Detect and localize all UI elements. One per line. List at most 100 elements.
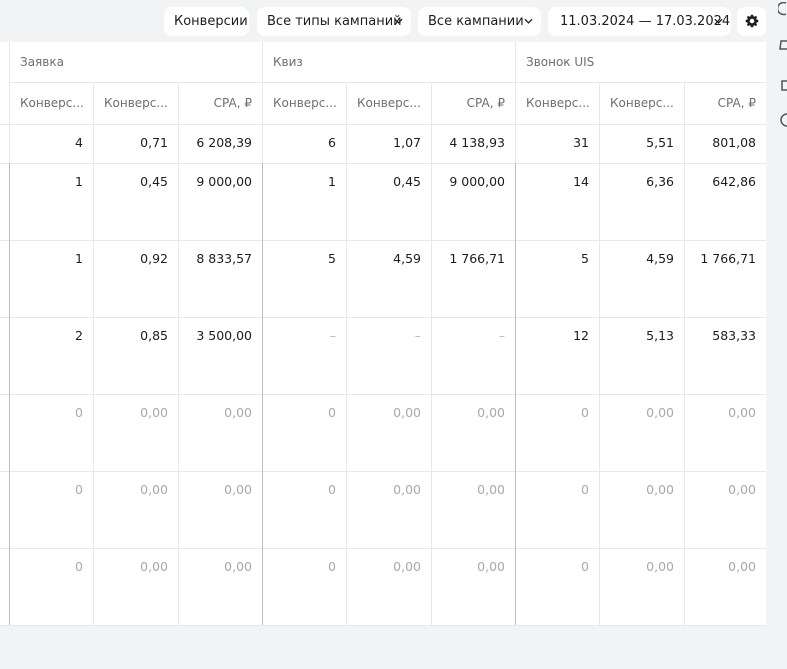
group-header-zvonok-uis: Звонок UIS	[526, 55, 595, 69]
table-cell: 0,45	[140, 174, 168, 189]
divider	[9, 82, 766, 83]
table-cell: 8 833,57	[196, 251, 252, 266]
table-cell: 0	[75, 482, 83, 497]
bookmark-icon[interactable]	[778, 78, 787, 92]
table-cell: 0,00	[477, 482, 505, 497]
table-cell: 0	[581, 405, 589, 420]
total-cell: 4	[75, 135, 83, 150]
divider	[0, 317, 766, 318]
table-cell: 0,00	[224, 482, 252, 497]
table-cell: 0	[581, 559, 589, 574]
chevron-down-icon	[394, 18, 403, 24]
divider	[0, 163, 766, 164]
conversions-button-label: Конверсии	[174, 14, 248, 29]
table-cell: 1 766,71	[449, 251, 505, 266]
group-header-zayavka: Заявка	[20, 55, 64, 69]
table-cell: 1 766,71	[700, 251, 756, 266]
table-cell: 0,00	[477, 559, 505, 574]
table-cell: –	[414, 328, 421, 343]
table-cell: 12	[573, 328, 589, 343]
total-cell: 31	[573, 135, 589, 150]
column-header[interactable]: Конверс...	[599, 82, 684, 124]
table-cell: 0,85	[140, 328, 168, 343]
divider	[599, 82, 600, 625]
column-header[interactable]: Конверс...	[346, 82, 431, 124]
chevron-down-icon	[524, 18, 533, 24]
table-cell: 0,00	[646, 405, 674, 420]
table-cell: 0	[328, 405, 336, 420]
date-range-label: 11.03.2024 — 17.03.2024	[560, 14, 731, 29]
chat-icon[interactable]	[778, 2, 787, 16]
table-cell: 0	[581, 482, 589, 497]
campaign-types-dropdown[interactable]: Все типы кампаний	[257, 7, 411, 36]
divider	[0, 548, 766, 549]
table-cell: 0	[75, 559, 83, 574]
help-icon[interactable]	[778, 113, 787, 127]
table-cell: 0,00	[140, 405, 168, 420]
column-header[interactable]: Конверс...	[93, 82, 178, 124]
table-cell: 1	[75, 251, 83, 266]
date-range-picker[interactable]: 11.03.2024 — 17.03.2024	[548, 7, 731, 36]
table-cell: 2	[75, 328, 83, 343]
total-cell: 5,51	[646, 135, 674, 150]
table-cell: 0,00	[646, 482, 674, 497]
column-header[interactable]: CPA, ₽	[431, 82, 515, 124]
divider	[0, 124, 766, 125]
chevron-down-icon	[714, 18, 723, 24]
table-cell: 0	[328, 559, 336, 574]
table-cell: 0,00	[728, 559, 756, 574]
column-header[interactable]: Конверс...	[9, 82, 93, 124]
table-cell: 0,00	[728, 405, 756, 420]
column-header[interactable]: CPA, ₽	[178, 82, 262, 124]
table-cell: –	[329, 328, 336, 343]
divider	[431, 82, 432, 625]
table-cell: 1	[328, 174, 336, 189]
table-cell: 1	[75, 174, 83, 189]
divider	[0, 394, 766, 395]
divider	[346, 82, 347, 625]
toolbar: Конверсии Все типы кампаний Все кампании…	[0, 0, 767, 42]
total-cell: 801,08	[712, 135, 756, 150]
table-cell: 5	[328, 251, 336, 266]
table-cell: 6,36	[646, 174, 674, 189]
table-cell: 0,00	[393, 559, 421, 574]
table-cell: –	[498, 328, 505, 343]
table-cell: 4,59	[646, 251, 674, 266]
total-cell: 6	[328, 135, 336, 150]
table-cell: 0,00	[646, 559, 674, 574]
total-cell: 6 208,39	[196, 135, 252, 150]
settings-button[interactable]	[737, 7, 767, 36]
divider	[93, 82, 94, 625]
table-cell: 5	[581, 251, 589, 266]
table-cell: 0,00	[140, 482, 168, 497]
table-cell: 0,00	[393, 405, 421, 420]
table-cell: 4,59	[393, 251, 421, 266]
divider	[0, 240, 766, 241]
campaigns-dropdown[interactable]: Все кампании	[418, 7, 541, 36]
right-sidebar	[766, 0, 787, 669]
column-header[interactable]: CPA, ₽	[684, 82, 766, 124]
table-cell: 3 500,00	[196, 328, 252, 343]
table-cell: 14	[573, 174, 589, 189]
column-header[interactable]: Конверс...	[262, 82, 346, 124]
table-cell: 9 000,00	[449, 174, 505, 189]
campaign-types-label: Все типы кампаний	[267, 14, 402, 29]
table-cell: 0	[328, 482, 336, 497]
column-header[interactable]: Конверс...	[515, 82, 599, 124]
table-cell: 0,00	[224, 405, 252, 420]
table-cell: 0,92	[140, 251, 168, 266]
conversions-button[interactable]: Конверсии	[164, 7, 249, 36]
table-cell: 0,00	[140, 559, 168, 574]
table-cell: 583,33	[712, 328, 756, 343]
bell-icon[interactable]	[778, 38, 787, 52]
table-cell: 0,00	[393, 482, 421, 497]
table-cell: 0,45	[393, 174, 421, 189]
total-cell: 0,71	[140, 135, 168, 150]
total-cell: 4 138,93	[449, 135, 505, 150]
divider	[684, 82, 685, 625]
table-cell: 642,86	[712, 174, 756, 189]
table-cell: 0,00	[477, 405, 505, 420]
group-header-kviz: Квиз	[273, 55, 303, 69]
divider	[0, 471, 766, 472]
total-cell: 1,07	[393, 135, 421, 150]
